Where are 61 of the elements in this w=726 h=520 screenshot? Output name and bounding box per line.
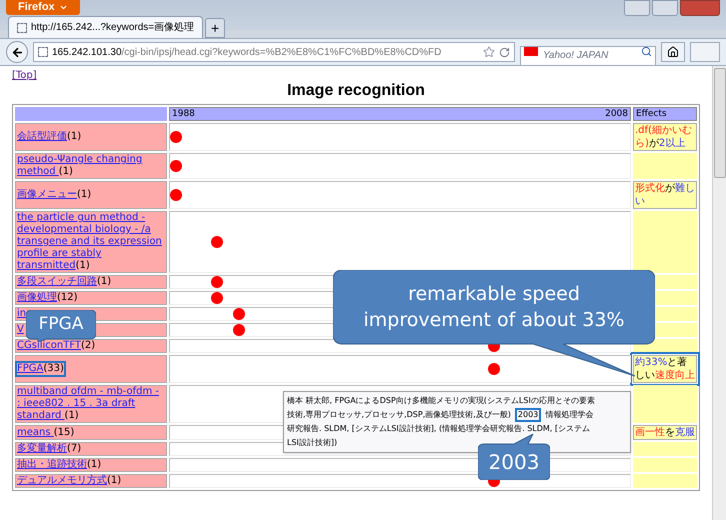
search-engine-icon — [524, 47, 538, 56]
keyword-link[interactable]: V — [15, 322, 26, 338]
effects-heading: Effects — [636, 108, 667, 118]
search-icon — [641, 46, 652, 57]
maximize-button[interactable] — [652, 0, 678, 16]
back-arrow-icon — [10, 46, 24, 58]
callout-text: FPGA — [38, 316, 84, 333]
callout-text: 2003 — [488, 449, 540, 476]
scroll-thumb[interactable] — [714, 68, 726, 178]
effect-cell — [633, 458, 697, 472]
keyword-link[interactable]: FPGA(33) — [15, 361, 66, 377]
start-year: 1988 — [172, 108, 195, 120]
tooltip-text: 橋本 耕太郎, FPGAによるDSP向け多機能メモリの実現(システムLSIの応用とその要素 — [287, 395, 595, 407]
keyword-link[interactable]: 多変量解析(7) — [15, 441, 84, 457]
callout-bubble — [26, 310, 96, 342]
effect-cell — [633, 153, 697, 179]
caret-icon — [58, 3, 68, 12]
keyword-link[interactable]: pseudo-Ψangle changing method (1) — [15, 152, 166, 180]
tooltip-text: 情報処理学会 — [545, 409, 594, 421]
search-field[interactable]: Yahoo! JAPAN — [520, 46, 656, 66]
effect-cell — [633, 474, 697, 488]
effect-cell — [633, 385, 697, 423]
effect-text: 約33%と著しい速度向上 — [633, 355, 697, 383]
keyword-link[interactable]: デュアルメモリ方式(1) — [15, 473, 124, 489]
back-button[interactable] — [6, 41, 28, 63]
bookmarks-button[interactable] — [690, 42, 720, 62]
effect-cell — [633, 442, 697, 456]
effect-text: 形式化が難しい — [633, 181, 697, 209]
browser-tab[interactable]: http://165.242...?keywords=画像処理 — [8, 16, 204, 38]
tooltip-text: 研究報告. SLDM, [システムLSI設計技術], (情報処理学会研究報告. SLDM, [システム — [287, 423, 590, 435]
keyword-link[interactable]: CGsiliconTFT(2) — [15, 338, 98, 354]
top-link[interactable]: [Top] — [12, 70, 37, 82]
effect-text: .df(細かいむら)が2以上 — [633, 123, 697, 151]
reload-icon — [499, 46, 510, 58]
minimize-button[interactable] — [624, 0, 650, 16]
page-icon — [38, 47, 48, 57]
page-heading: Image recognition — [287, 82, 425, 100]
home-icon — [667, 46, 679, 58]
page-icon — [17, 22, 27, 32]
keyword-link[interactable]: 抽出・追跡技術(1) — [15, 457, 104, 473]
tab-title: http://165.242...?keywords=画像処理 — [31, 21, 194, 35]
star-icon — [483, 46, 495, 58]
keyword-link[interactable]: the particle gun method - developmental biology - /a transgene and its expression profile are stably transmitted(1) — [15, 210, 166, 274]
new-tab-button[interactable]: + — [205, 18, 226, 38]
tooltip-year: 2003 — [514, 408, 542, 422]
callout-bubble — [478, 434, 550, 480]
keyword-link[interactable]: multiband ofdm - mb-ofdm - : ieee802 . 15 . 3a draft standard (1) — [15, 384, 166, 424]
keyword-link[interactable]: 多段スイッチ回路(1) — [15, 274, 114, 290]
end-year: 2008 — [605, 108, 628, 120]
tooltip-text: 技術,専用プロセッサ,プロセッサ,DSP,画像処理技術,及び一般) — [287, 409, 511, 421]
tooltip-text: LSI設計技術]) — [287, 437, 338, 449]
effect-cell — [633, 211, 697, 273]
callout-text: remarkable speed improvement of about 33% — [362, 282, 626, 333]
close-button[interactable] — [680, 0, 720, 16]
keyword-link[interactable]: 画像メニュー(1) — [15, 187, 94, 203]
keyword-link[interactable]: means (15) — [15, 424, 76, 440]
keyword-link[interactable]: 画像処理(12) — [15, 290, 80, 306]
home-button[interactable] — [661, 42, 685, 62]
keyword-link[interactable]: in — [15, 306, 28, 322]
effect-text: 画一性を克服 — [633, 425, 697, 440]
keyword-link[interactable]: 会話型評価(1) — [15, 129, 84, 145]
